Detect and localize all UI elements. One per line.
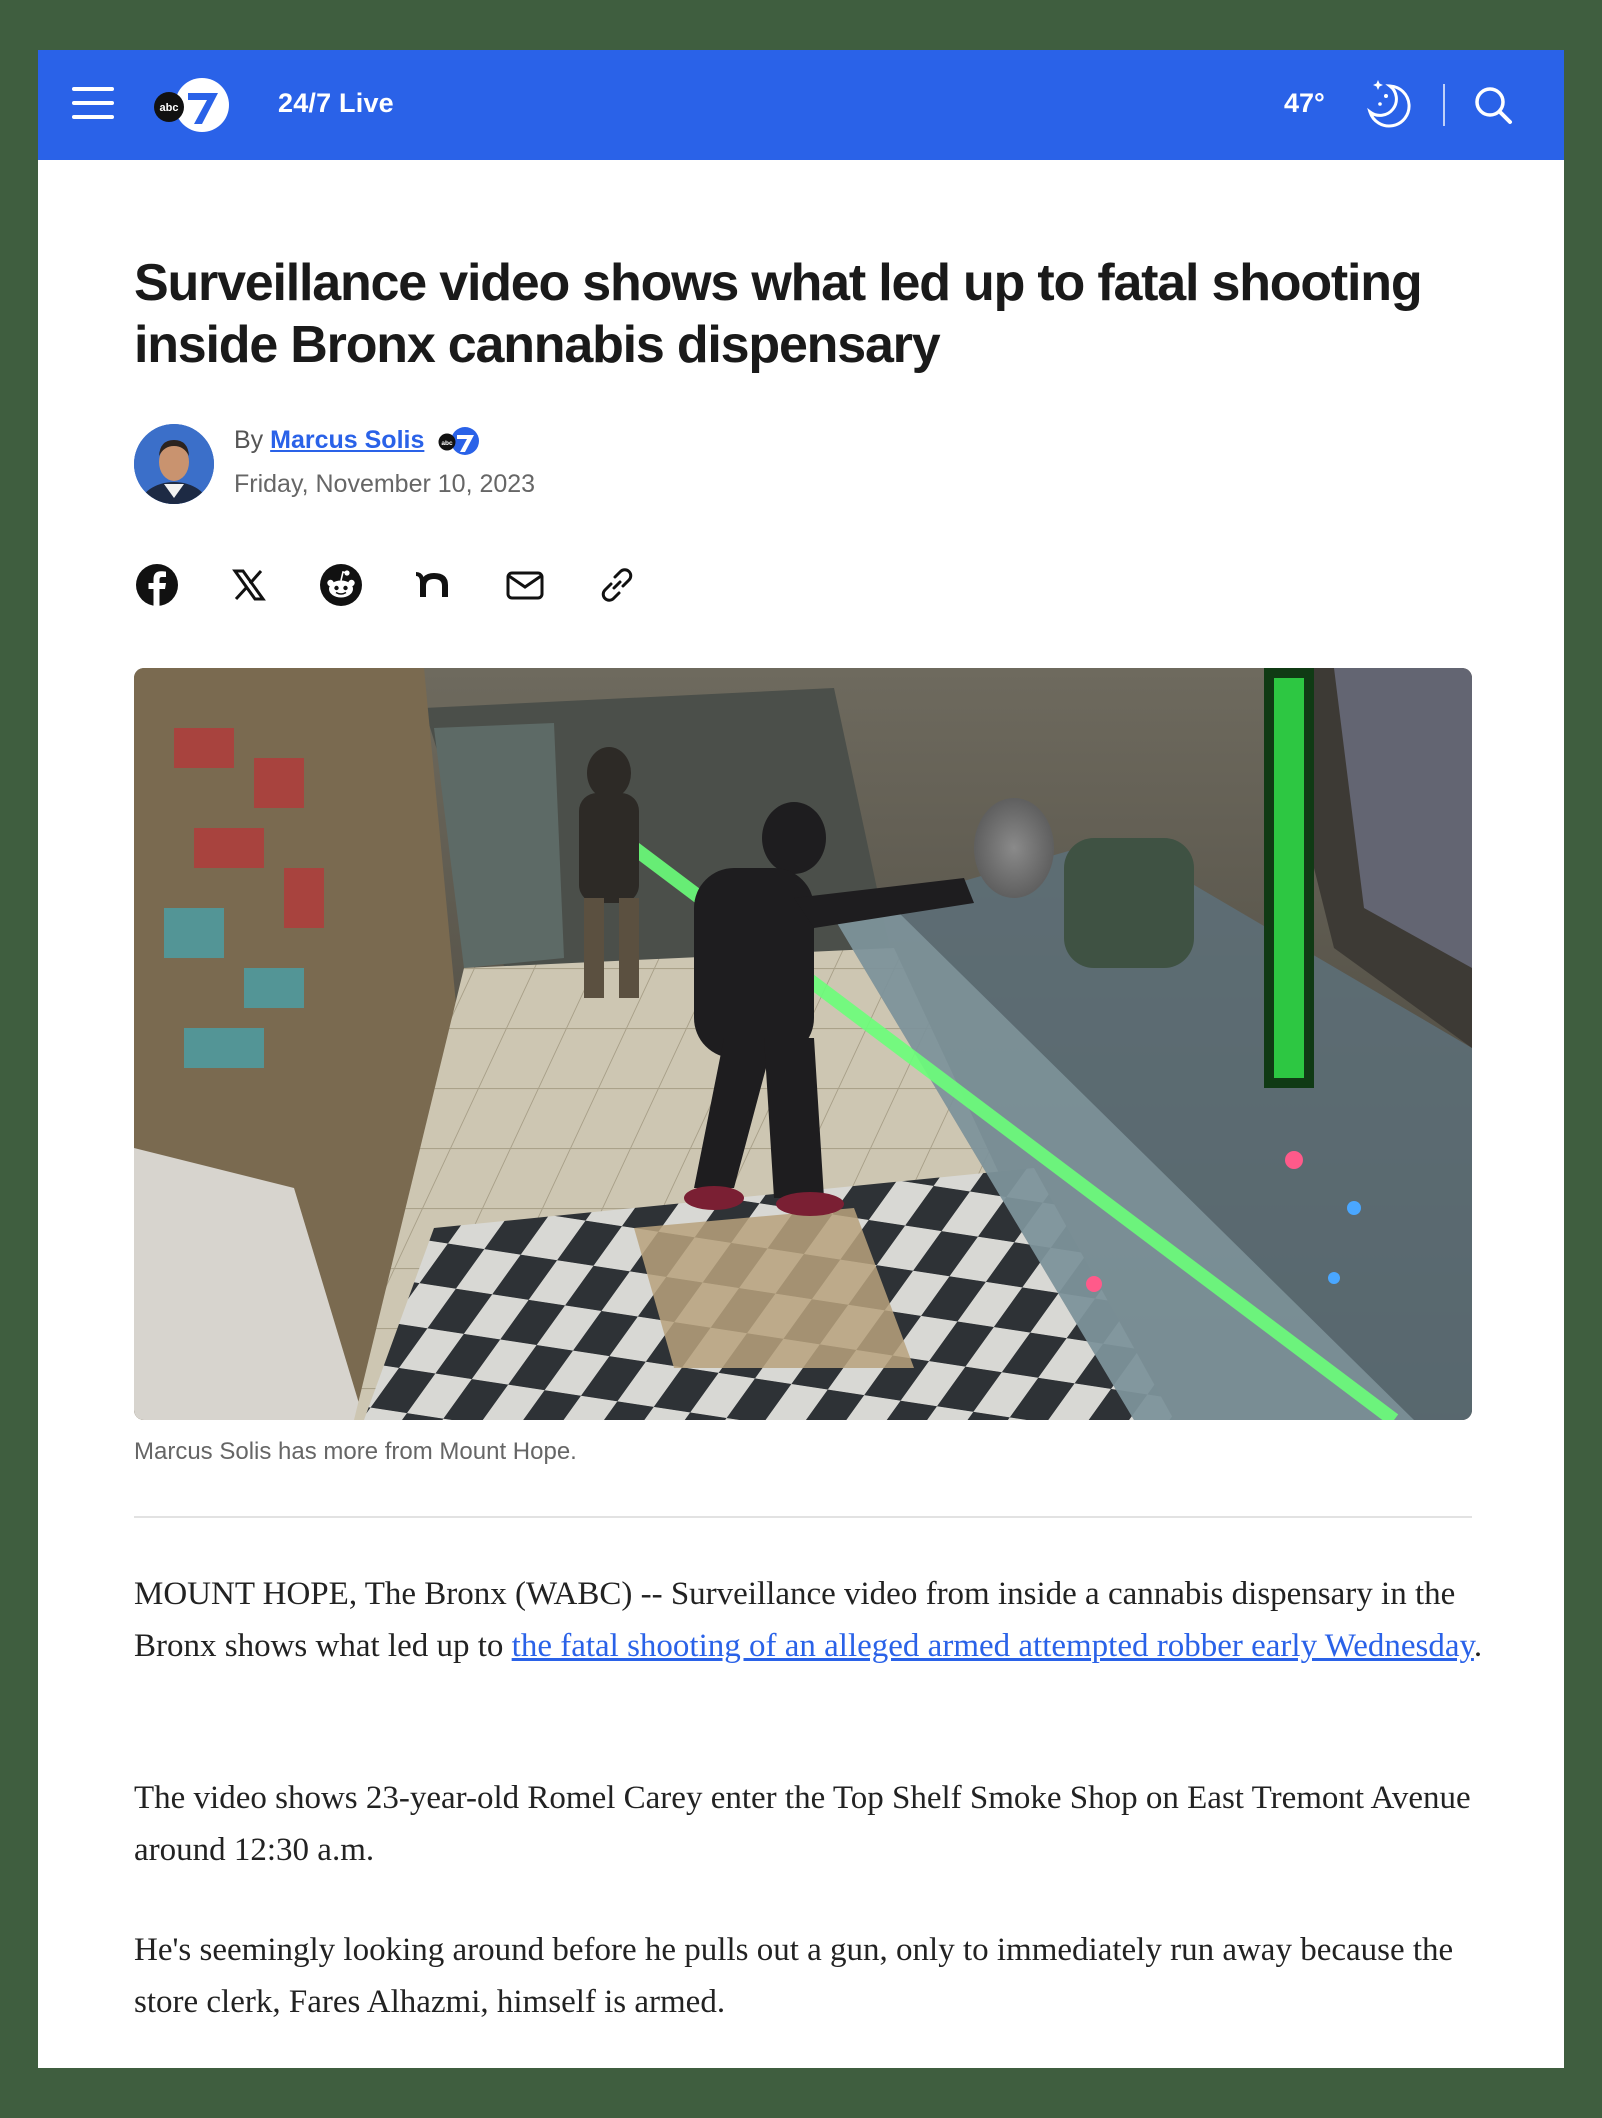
related-story-link[interactable]: the fatal shooting of an alleged armed a… [512, 1628, 1474, 1664]
search-icon[interactable] [1470, 82, 1516, 128]
paragraph-1: MOUNT HOPE, The Bronx (WABC) -- Surveill… [134, 1568, 1486, 1672]
menu-icon[interactable] [72, 85, 114, 121]
paragraph-2: The video shows 23-year-old Romel Carey … [134, 1780, 1471, 1868]
reddit-icon[interactable] [318, 562, 364, 608]
byline-prefix: By [234, 426, 264, 454]
site-header: abc 24/7 Live 47° [38, 50, 1564, 160]
section-divider [134, 1516, 1472, 1518]
surveillance-video-still [134, 668, 1472, 1420]
abc7-logo[interactable]: abc [152, 76, 236, 134]
facebook-icon[interactable] [134, 562, 180, 608]
live-link[interactable]: 24/7 Live [278, 88, 394, 119]
temperature: 47° [1284, 88, 1325, 118]
email-icon[interactable] [502, 562, 548, 608]
video-caption: Marcus Solis has more from Mount Hope. [134, 1438, 577, 1465]
browser-page: abc 24/7 Live 47° Surveillance video sho… [38, 50, 1564, 2068]
byline: By Marcus Solis abc [234, 426, 483, 456]
abc7-badge-icon: abc [438, 427, 480, 456]
publish-date: Friday, November 10, 2023 [234, 470, 536, 498]
nextdoor-icon[interactable] [410, 562, 456, 608]
x-icon[interactable] [226, 562, 272, 608]
svg-text:abc: abc [442, 440, 454, 447]
author-link[interactable]: Marcus Solis [270, 426, 424, 454]
paragraph-3: He's seemingly looking around before he … [134, 1932, 1454, 2020]
link-icon[interactable] [594, 562, 640, 608]
article-headline: Surveillance video shows what led up to … [134, 254, 1423, 374]
svg-text:abc: abc [160, 102, 179, 114]
video-player[interactable] [134, 668, 1472, 1420]
author-avatar[interactable] [134, 424, 214, 504]
moon-stars-icon [1367, 80, 1411, 128]
paragraph-1-end: . [1473, 1628, 1483, 1664]
header-divider [1443, 84, 1445, 126]
